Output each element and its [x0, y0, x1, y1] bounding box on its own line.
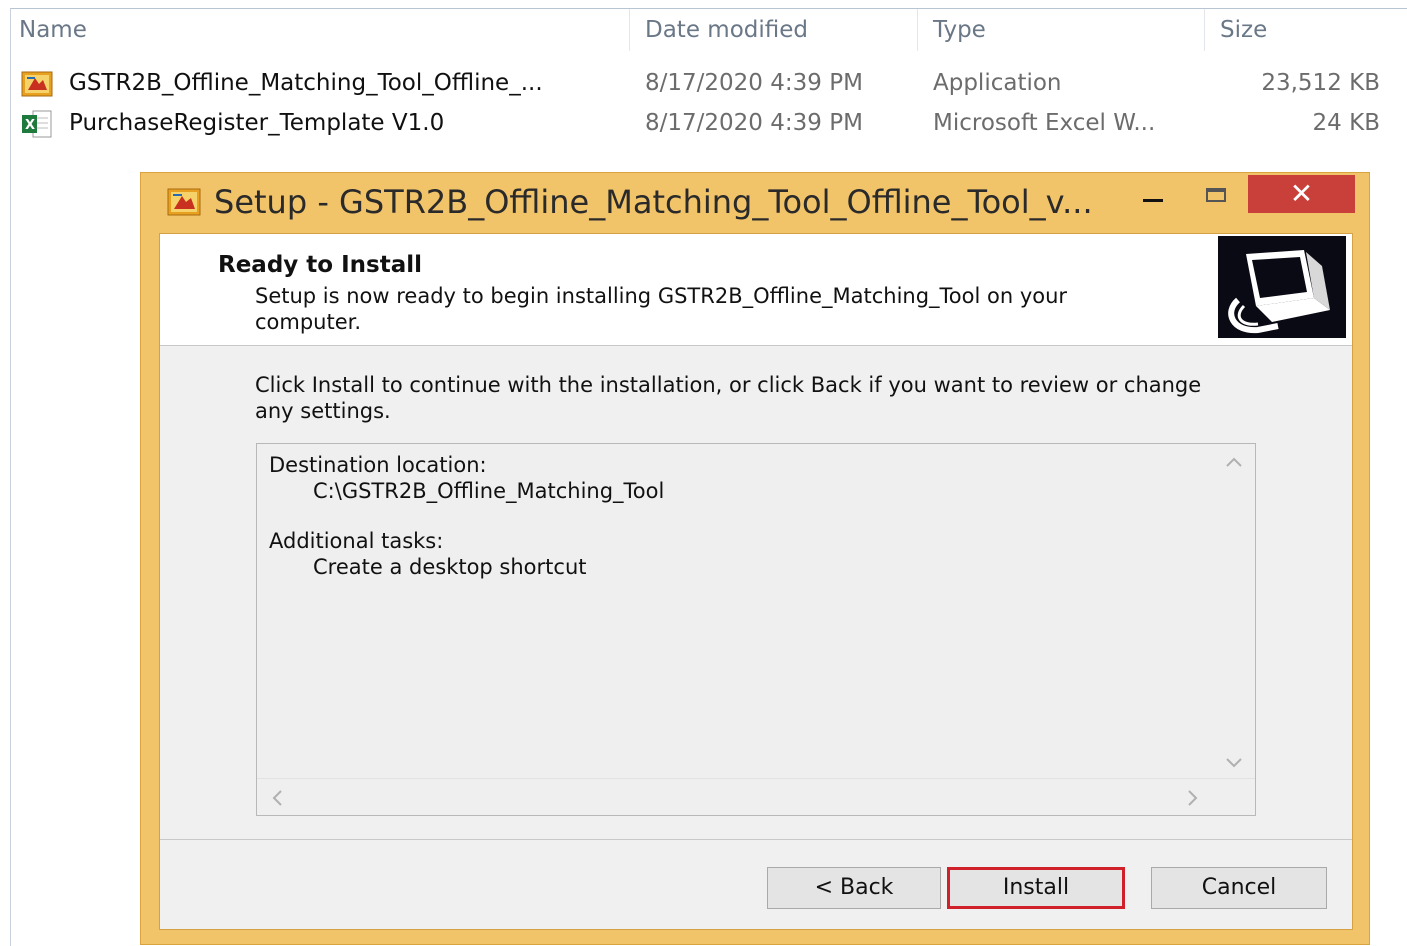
dialog-client-area: Ready to Install Setup is now ready to b…: [159, 233, 1353, 930]
file-row[interactable]: X PurchaseRegister_Template V1.0 8/17/20…: [11, 106, 1407, 144]
column-divider[interactable]: [1204, 9, 1205, 51]
instructions-text: Click Install to continue with the insta…: [255, 373, 1202, 423]
file-name: PurchaseRegister_Template V1.0: [69, 110, 445, 136]
close-icon: ✕: [1289, 177, 1314, 210]
memo-content: Destination location: C:\GSTR2B_Offline_…: [269, 452, 1209, 580]
scroll-right-icon[interactable]: [1187, 789, 1199, 807]
file-date: 8/17/2020 4:39 PM: [645, 110, 863, 136]
dialog-title: Setup - GSTR2B_Offline_Matching_Tool_Off…: [214, 183, 1093, 221]
excel-file-icon: X: [22, 110, 52, 138]
horizontal-scrollbar[interactable]: [257, 778, 1255, 815]
ready-memo-box[interactable]: Destination location: C:\GSTR2B_Offline_…: [256, 443, 1256, 816]
file-row[interactable]: GSTR2B_Offline_Matching_Tool_Offline_...…: [11, 66, 1407, 104]
column-type-header[interactable]: Type: [933, 17, 986, 43]
svg-text:X: X: [25, 118, 35, 133]
additional-tasks-label: Additional tasks:: [269, 529, 444, 553]
column-name-header[interactable]: Name: [19, 17, 87, 43]
dialog-title-bar[interactable]: Setup - GSTR2B_Offline_Matching_Tool_Off…: [141, 173, 1369, 231]
vertical-scrollbar[interactable]: [1213, 444, 1255, 779]
back-button[interactable]: < Back: [767, 867, 941, 909]
column-size-header[interactable]: Size: [1220, 17, 1267, 43]
file-size: 24 KB: [1312, 110, 1380, 136]
wizard-header-panel: Ready to Install Setup is now ready to b…: [160, 234, 1352, 346]
file-size: 23,512 KB: [1261, 70, 1380, 96]
destination-label: Destination location:: [269, 453, 487, 477]
installer-computer-icon: [1218, 236, 1346, 338]
additional-task-item: Create a desktop shortcut: [313, 555, 587, 579]
setup-app-icon: [21, 71, 53, 97]
maximize-button[interactable]: [1196, 179, 1236, 217]
button-bar-divider: [160, 839, 1352, 840]
file-type: Microsoft Excel W...: [933, 110, 1156, 136]
file-name: GSTR2B_Offline_Matching_Tool_Offline_...: [69, 70, 543, 96]
destination-path: C:\GSTR2B_Offline_Matching_Tool: [313, 479, 665, 503]
scroll-down-icon[interactable]: [1225, 757, 1243, 769]
column-date-header[interactable]: Date modified: [645, 17, 808, 43]
column-divider[interactable]: [629, 9, 630, 51]
page-title: Ready to Install: [218, 252, 423, 278]
install-button[interactable]: Install: [947, 867, 1125, 909]
setup-dialog: Setup - GSTR2B_Offline_Matching_Tool_Off…: [140, 172, 1370, 945]
scroll-up-icon[interactable]: [1225, 456, 1243, 468]
scroll-left-icon[interactable]: [271, 789, 283, 807]
close-button[interactable]: ✕: [1248, 175, 1355, 213]
column-divider[interactable]: [917, 9, 918, 51]
setup-app-icon: [167, 188, 201, 216]
file-date: 8/17/2020 4:39 PM: [645, 70, 863, 96]
file-type: Application: [933, 70, 1062, 96]
minimize-button[interactable]: [1133, 179, 1173, 217]
cancel-button[interactable]: Cancel: [1151, 867, 1327, 909]
page-description: Setup is now ready to begin installing G…: [255, 284, 1068, 334]
column-header-row: Name Date modified Type Size: [11, 9, 1407, 55]
